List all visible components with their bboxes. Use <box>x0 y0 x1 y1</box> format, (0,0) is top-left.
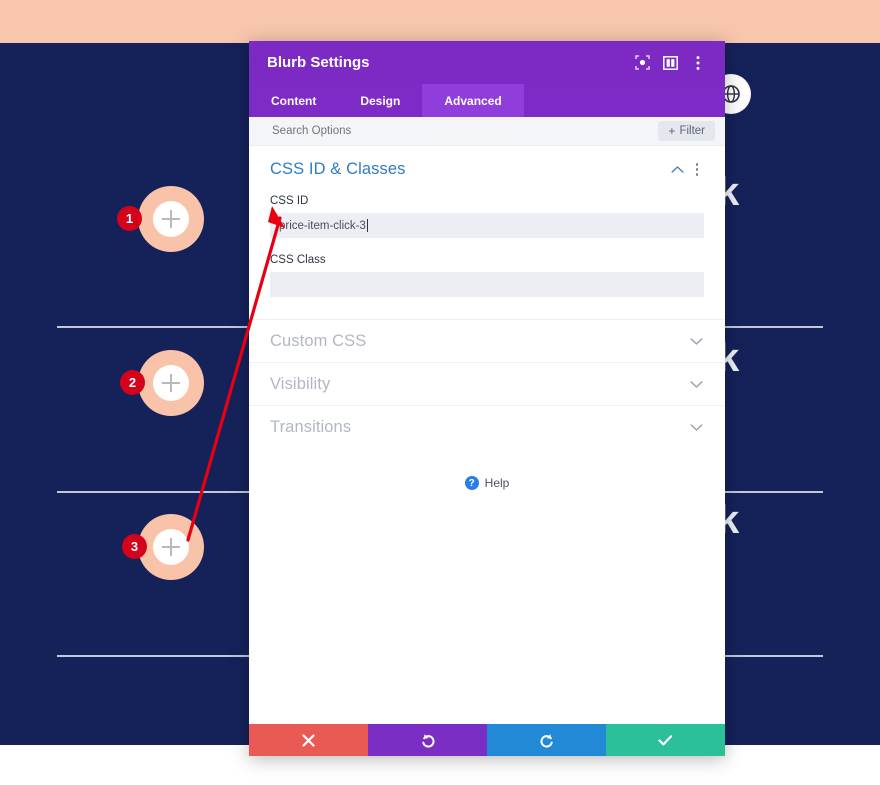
dot <box>695 163 699 166</box>
section-css-id-and-classes: CSS ID & Classes CSS ID price-item-click… <box>249 146 725 297</box>
tab-design[interactable]: Design <box>338 84 422 117</box>
modal-title: Blurb Settings <box>267 54 370 71</box>
section-visibility-title: Visibility <box>270 374 331 393</box>
close-icon <box>302 733 315 747</box>
more-options-icon-glyph <box>696 55 700 70</box>
search-input[interactable] <box>270 124 659 138</box>
modal-body: CSS ID & Classes CSS ID price-item-click… <box>249 146 725 724</box>
css-id-label: CSS ID <box>270 195 309 207</box>
css-id-input[interactable]: price-item-click-3 <box>270 213 704 238</box>
modal-footer <box>249 724 725 756</box>
filter-button-label: Filter <box>679 125 705 137</box>
more-options-icon[interactable] <box>685 50 711 76</box>
section-custom-css-title: Custom CSS <box>270 331 367 350</box>
page-top-band <box>0 0 880 43</box>
blurb-2-plus-icon <box>153 365 189 401</box>
focus-target-icon[interactable] <box>629 50 655 76</box>
filter-button[interactable]: + Filter <box>658 121 715 141</box>
chevron-down-icon-glyph <box>689 337 703 345</box>
css-class-input[interactable] <box>270 272 704 297</box>
tab-content[interactable]: Content <box>249 84 338 117</box>
tab-advanced[interactable]: Advanced <box>422 84 524 117</box>
plus-icon: + <box>668 124 676 138</box>
blurb-settings-modal: Blurb Settings Content Design Advanced S… <box>249 41 725 756</box>
css-class-label: CSS Class <box>270 254 326 266</box>
section-transitions[interactable]: Transitions <box>249 405 725 448</box>
section-header[interactable]: CSS ID & Classes <box>270 160 704 179</box>
undo-button[interactable] <box>368 724 487 756</box>
chevron-down-icon[interactable] <box>688 419 704 435</box>
redo-button[interactable] <box>487 724 606 756</box>
blurb-1-plus-icon <box>153 201 189 237</box>
section-custom-css[interactable]: Custom CSS <box>249 319 725 362</box>
undo-icon <box>421 733 435 748</box>
dot <box>695 173 699 176</box>
chevron-down-icon-glyph <box>689 423 703 431</box>
chevron-up-icon[interactable] <box>669 162 685 178</box>
section-more-options-icon[interactable] <box>690 163 704 176</box>
dot <box>695 168 699 171</box>
question-mark-icon: ? <box>464 476 479 490</box>
css-id-value: price-item-click-3 <box>279 219 366 232</box>
section-transitions-title: Transitions <box>270 417 352 436</box>
blurb-3-circle <box>138 514 204 580</box>
search-options-bar: + Filter <box>249 117 725 146</box>
blurb-3-plus-icon <box>153 529 189 565</box>
cancel-button[interactable] <box>249 724 368 756</box>
modal-tabs: Content Design Advanced <box>249 84 725 117</box>
blurb-1-circle <box>138 186 204 252</box>
blurb-2-number-badge: 2 <box>120 370 145 395</box>
chevron-up-icon-glyph <box>670 166 684 173</box>
blurb-2-circle <box>138 350 204 416</box>
help-link[interactable]: ? Help <box>249 476 725 490</box>
panel-layout-icon[interactable] <box>657 50 683 76</box>
redo-icon <box>539 733 553 748</box>
chevron-down-icon[interactable] <box>688 376 704 392</box>
screenshot-canvas: 1 k 2 k 3 k Blurb Settings Content Desig… <box>0 0 880 785</box>
modal-header: Blurb Settings <box>249 41 725 84</box>
save-button[interactable] <box>606 724 725 756</box>
text-caret <box>366 219 368 232</box>
blurb-3-number-badge: 3 <box>122 534 147 559</box>
blurb-1-number-badge: 1 <box>117 206 142 231</box>
focus-target-icon-glyph <box>634 55 650 70</box>
section-visibility[interactable]: Visibility <box>249 362 725 405</box>
checkmark-icon <box>658 734 673 745</box>
panel-layout-icon-glyph <box>662 55 678 70</box>
chevron-down-icon[interactable] <box>688 333 704 349</box>
chevron-down-icon-glyph <box>689 380 703 388</box>
help-label: Help <box>484 476 510 490</box>
section-title: CSS ID & Classes <box>270 160 406 178</box>
